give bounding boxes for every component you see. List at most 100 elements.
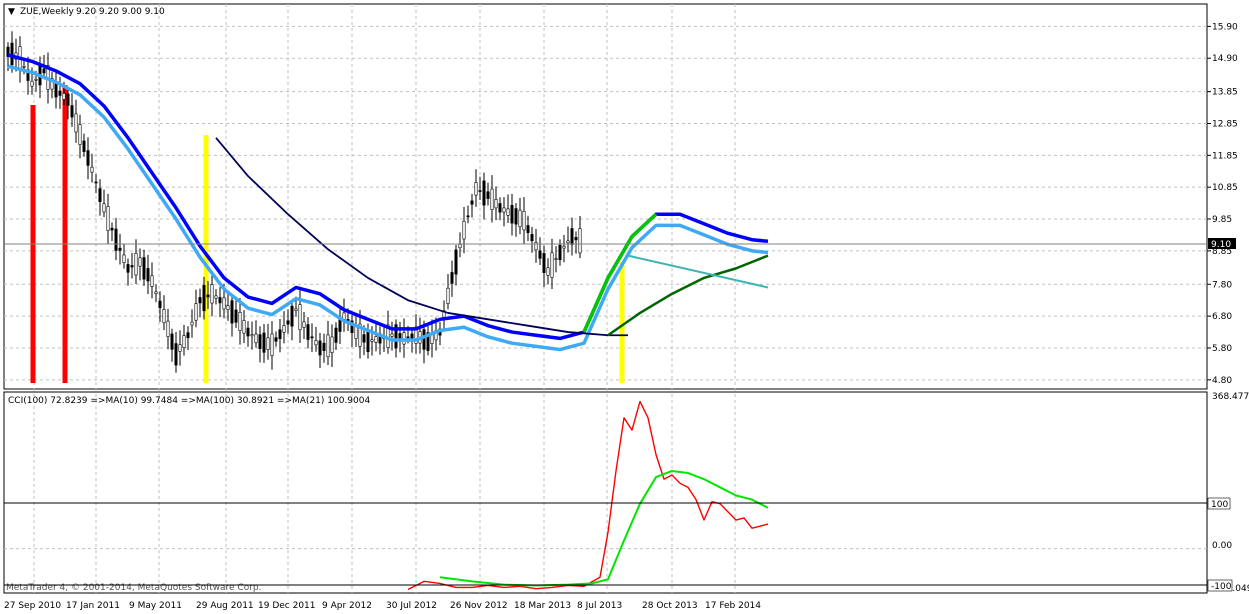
current-price-label: 9.10 (1211, 240, 1231, 250)
candle-body (82, 140, 86, 152)
candle-body (446, 287, 450, 305)
candle-body (194, 303, 198, 321)
candle-body (494, 199, 498, 209)
y-tick-label: 10.85 (1212, 183, 1238, 193)
candle-body (186, 332, 190, 339)
level-100-label: 100 (1211, 500, 1228, 510)
y-tick-label: 11.85 (1212, 151, 1238, 161)
candle-body (482, 180, 486, 206)
x-tick-label: 17 Feb 2014 (705, 601, 761, 611)
candle-body (182, 335, 186, 348)
candle-body (318, 340, 322, 356)
candle-body (202, 285, 206, 312)
candle-body (42, 68, 46, 74)
candle-body (58, 90, 62, 96)
candle-body (226, 305, 230, 310)
x-tick-label: 30 Jul 2012 (386, 601, 437, 611)
candle-body (286, 320, 290, 325)
candle-body (70, 105, 74, 118)
candle-body (170, 333, 174, 350)
price-axis: 15.9014.9013.8512.8511.8510.859.858.857.… (1207, 22, 1238, 386)
candle-body (94, 181, 98, 184)
candle-body (54, 82, 58, 98)
candle-body (146, 268, 150, 282)
chart-title: ZUE,Weekly (20, 7, 74, 17)
candle-body (22, 66, 26, 68)
candle-body (90, 166, 94, 173)
candle-body (278, 329, 282, 339)
candle-body (306, 324, 310, 340)
x-tick-label: 29 Aug 2011 (196, 601, 254, 611)
candle-body (578, 228, 582, 254)
y-tick-label: 15.90 (1212, 22, 1238, 32)
candle-body (338, 319, 342, 332)
y-tick-label: 12.85 (1212, 119, 1238, 129)
x-tick-label: 27 Sep 2010 (4, 601, 61, 611)
indicator-tick-label: 368.4771 (1212, 392, 1249, 402)
candle-body (162, 309, 166, 324)
candle-body (98, 188, 102, 202)
x-tick-label: 9 Apr 2012 (322, 601, 372, 611)
level-minus-100-label: -100 (1211, 582, 1232, 592)
candle-body (526, 225, 530, 233)
candle-body (566, 240, 570, 244)
candle-body (30, 80, 34, 87)
candle-body (370, 339, 374, 342)
candle-body (478, 190, 482, 192)
candle-body (298, 304, 302, 331)
candle-body (130, 265, 134, 268)
candle-body (178, 344, 182, 352)
ohlc-readout: 9.20 9.20 9.00 9.10 (76, 7, 165, 17)
candle-body (34, 78, 38, 81)
candle-body (550, 252, 554, 278)
y-tick-label: 7.80 (1212, 280, 1232, 290)
cci-ma-line (439, 469, 769, 587)
candle-body (102, 203, 106, 213)
candle-body (190, 321, 194, 326)
candle-body (110, 227, 114, 231)
candle-body (210, 284, 214, 304)
candle-body (554, 258, 558, 260)
y-tick-label: 4.80 (1212, 376, 1232, 386)
candle-body (266, 337, 270, 350)
candle-body (450, 272, 454, 284)
y-tick-label: 9.85 (1212, 215, 1232, 225)
indicator-series (407, 400, 769, 591)
candle-body (546, 267, 550, 276)
signal-bar (619, 262, 625, 383)
candle-body (106, 206, 110, 231)
candle-body (506, 208, 510, 216)
price-series (7, 53, 769, 352)
candle-body (238, 311, 242, 331)
ma-long-darkgreen-line (607, 254, 769, 337)
candle-body (310, 336, 314, 339)
candle-body (126, 264, 130, 273)
candle-body (74, 113, 78, 133)
time-axis: 27 Sep 2010 17 Jan 2011 9 May 2011 29 Aug 2… (4, 601, 761, 611)
candle-body (134, 253, 138, 276)
candle-body (330, 336, 334, 353)
ma-slow-navy-line (215, 137, 628, 337)
indicator-tick-label: 0.00 (1212, 541, 1232, 551)
chart-dropdown-icon[interactable]: ▼ (8, 7, 15, 17)
candle-body (558, 244, 562, 261)
candle-body (122, 254, 126, 263)
cci-line (407, 400, 769, 591)
indicator-panel-frame (3, 391, 1208, 594)
candle-body (522, 211, 526, 231)
candle-body (174, 343, 178, 366)
candle-body (458, 244, 462, 249)
y-tick-label: 14.90 (1212, 54, 1238, 64)
indicator-axis: 368.47710.00-106.049 (1212, 392, 1249, 594)
candle-body (374, 336, 378, 343)
candle-body (518, 209, 522, 228)
candle-body (234, 309, 238, 323)
ma-light-blue-line (7, 64, 769, 352)
candle-body (294, 308, 298, 311)
x-tick-label: 18 Mar 2013 (514, 601, 571, 611)
x-tick-label: 28 Oct 2013 (642, 601, 698, 611)
candle-body (410, 333, 414, 339)
candle-body (534, 242, 538, 251)
candle-body (206, 294, 210, 298)
candle-body (422, 329, 426, 350)
